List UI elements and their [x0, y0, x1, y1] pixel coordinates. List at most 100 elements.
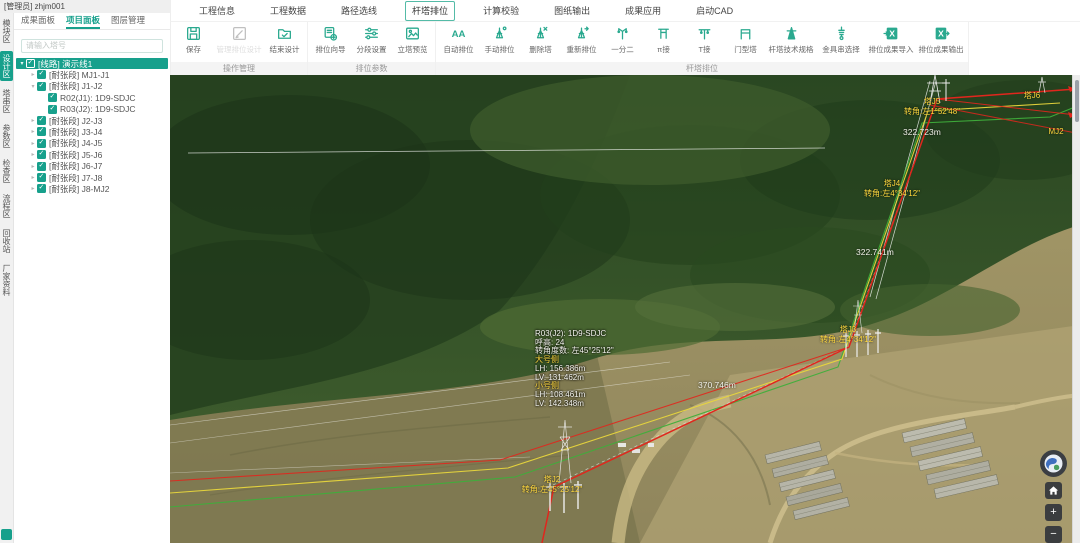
tree-row[interactable]: ▸[耐张段] J7-J8 [16, 172, 168, 183]
expand-caret-icon[interactable]: ▸ [29, 151, 37, 158]
toolbar-buttons: 排位向导分段设置立塔预览 [308, 22, 435, 61]
toolbar: 保存管理排位设计结束设计操作管理排位向导分段设置立塔预览排位参数AA自动排位手动… [170, 22, 1080, 75]
tree-row[interactable]: ▾[线路] 演示线1 [16, 58, 168, 69]
toolbar-button[interactable]: 删除塔 [520, 25, 561, 54]
toolbar-button[interactable]: T接 [684, 25, 725, 54]
toolbar-button[interactable]: 门型塔 [725, 25, 766, 54]
tree-checkbox[interactable] [37, 139, 46, 148]
toolbar-button[interactable]: 手动排位 [479, 25, 520, 54]
toolbar-button[interactable]: X排位成果导入 [866, 25, 916, 54]
tree-item-label: [耐张段] J2-J3 [49, 115, 102, 127]
rail-tab[interactable]: 模块区 [0, 16, 13, 46]
auto-icon: AA [450, 25, 467, 45]
tree-row[interactable]: ▸[耐张段] J8-MJ2 [16, 183, 168, 194]
toolbar-group-label: 杆塔排位 [436, 62, 968, 75]
tree-checkbox[interactable] [26, 59, 35, 68]
expand-caret-icon[interactable]: ▸ [29, 163, 37, 170]
menu-tab-item[interactable]: 工程数据 [263, 1, 313, 21]
toolbar-group-label: 排位参数 [308, 62, 435, 75]
tree-checkbox[interactable] [37, 116, 46, 125]
toolbar-button-label: 手动排位 [485, 46, 515, 55]
rail-tab[interactable]: 流程区 [0, 191, 13, 221]
tree-checkbox[interactable] [37, 82, 46, 91]
menu-tab-item[interactable]: 计算校验 [476, 1, 526, 21]
tree-row[interactable]: ▸[耐张段] J5-J6 [16, 149, 168, 160]
expand-caret-icon[interactable]: ▸ [29, 117, 37, 124]
menu-tab-active[interactable]: 杆塔排位 [405, 1, 455, 21]
tree-checkbox[interactable] [37, 184, 46, 193]
expand-caret-icon[interactable]: ▸ [29, 128, 37, 135]
menu-tab-item[interactable]: 工程信息 [192, 1, 242, 21]
tree-row[interactable]: ▾[耐张段] J1-J2 [16, 81, 168, 92]
tree-checkbox[interactable] [37, 150, 46, 159]
expand-caret-icon[interactable]: ▸ [29, 140, 37, 147]
rail-tab[interactable]: 回收站 [0, 226, 13, 256]
toolbar-button[interactable]: X排位成果输出 [916, 25, 966, 54]
expand-caret-icon[interactable]: ▸ [29, 174, 37, 181]
toolbar-button[interactable]: 杆塔技术规格 [766, 25, 816, 54]
rail-tab[interactable]: 厂家资料 [0, 261, 13, 299]
tower-preview-icon [404, 25, 421, 45]
toolbar-button[interactable]: 分段设置 [351, 25, 392, 54]
terrain-3d-view[interactable] [170, 75, 1080, 543]
manual-tower-icon [491, 25, 508, 45]
toolbar-button[interactable]: 排位向导 [310, 25, 351, 54]
panel-tab[interactable]: 图层管理 [111, 13, 145, 29]
expand-caret-icon[interactable]: ▾ [18, 60, 26, 67]
viewport-3d[interactable]: 塔J2转角:左45°25'12"塔J3转角:左4°34'12"塔J4转角:左4°… [170, 75, 1080, 543]
tree-row[interactable]: R03(J2): 1D9-SDJC [16, 104, 168, 115]
panel-tab[interactable]: 项目面板 [66, 13, 100, 29]
panel-tab[interactable]: 成果面板 [21, 13, 55, 29]
toolbar-button[interactable]: 立塔预览 [392, 25, 433, 54]
zoom-in-button[interactable]: + [1045, 504, 1062, 521]
tree-checkbox[interactable] [37, 162, 46, 171]
expand-caret-icon[interactable]: ▾ [29, 83, 37, 90]
tree-row[interactable]: ▸ [耐张段] J6-J7 [16, 161, 168, 172]
toolbar-button[interactable]: 金具串选择 [816, 25, 866, 54]
tree-checkbox[interactable] [37, 127, 46, 136]
expand-caret-icon[interactable]: ▸ [29, 185, 37, 192]
compass-globe-icon [1043, 453, 1064, 474]
tree-row[interactable]: ▸ [耐张段] MJ1-J1 [16, 69, 168, 80]
home-button[interactable] [1045, 482, 1062, 499]
expand-caret-icon[interactable]: ▸ [29, 71, 37, 78]
menu-tab-item[interactable]: 启动CAD [689, 1, 740, 21]
toolbar-buttons: AA自动排位手动排位删除塔重新排位一分二π接T接门型塔杆塔技术规格金具串选择X排… [436, 22, 968, 61]
tree-checkbox[interactable] [48, 93, 57, 102]
excel-import-icon: X [883, 25, 900, 45]
rail-tab[interactable]: 参数区 [0, 121, 13, 151]
right-scrollbar[interactable] [1072, 75, 1080, 543]
menu-tab-item[interactable]: 成果应用 [618, 1, 668, 21]
toolbar-button[interactable]: 保存 [173, 25, 214, 54]
rail-tab[interactable]: 设计区 [0, 51, 13, 81]
tree-row[interactable]: ▸ [耐张段] J2-J3 [16, 115, 168, 126]
tree-checkbox[interactable] [37, 173, 46, 182]
edit-icon [231, 25, 248, 45]
menu-tab-item[interactable]: 图纸输出 [547, 1, 597, 21]
toolbar-button[interactable]: 重新排位 [561, 25, 602, 54]
tree-item-label: [耐张段] J6-J7 [49, 160, 102, 172]
rail-tab[interactable]: 检查区 [0, 156, 13, 186]
toolbar-button[interactable]: 结束设计 [264, 25, 305, 54]
toolbar-button[interactable]: π接 [643, 25, 684, 54]
zoom-out-button[interactable]: − [1045, 526, 1062, 543]
tree-row[interactable]: R02(J1): 1D9-SDJC [16, 92, 168, 103]
tree-item-label: [耐张段] MJ1-J1 [49, 69, 109, 81]
compass-button[interactable] [1040, 450, 1067, 477]
split-tower-icon [614, 25, 631, 45]
toolbar-button-label: 管理排位设计 [217, 46, 262, 55]
tree-row[interactable]: ▸[耐张段] J3-J4 [16, 126, 168, 137]
segment-settings-icon [363, 25, 380, 45]
tree-checkbox[interactable] [37, 70, 46, 79]
folder-check-icon [276, 25, 293, 45]
rail-tab[interactable]: 塔串区 [0, 86, 13, 116]
project-tree: ▾[线路] 演示线1 ▸ [耐张段] MJ1-J1▾[耐张段] J1-J2R02(J… [14, 58, 170, 529]
tree-checkbox[interactable] [48, 105, 57, 114]
menu-tab-item[interactable]: 路径选线 [334, 1, 384, 21]
rail-collapse-button[interactable] [1, 529, 12, 540]
toolbar-button[interactable]: AA自动排位 [438, 25, 479, 54]
tree-row[interactable]: ▸[耐张段] J4-J5 [16, 138, 168, 149]
svg-text:X: X [889, 29, 895, 39]
search-input[interactable] [21, 39, 163, 53]
toolbar-button[interactable]: 一分二 [602, 25, 643, 54]
